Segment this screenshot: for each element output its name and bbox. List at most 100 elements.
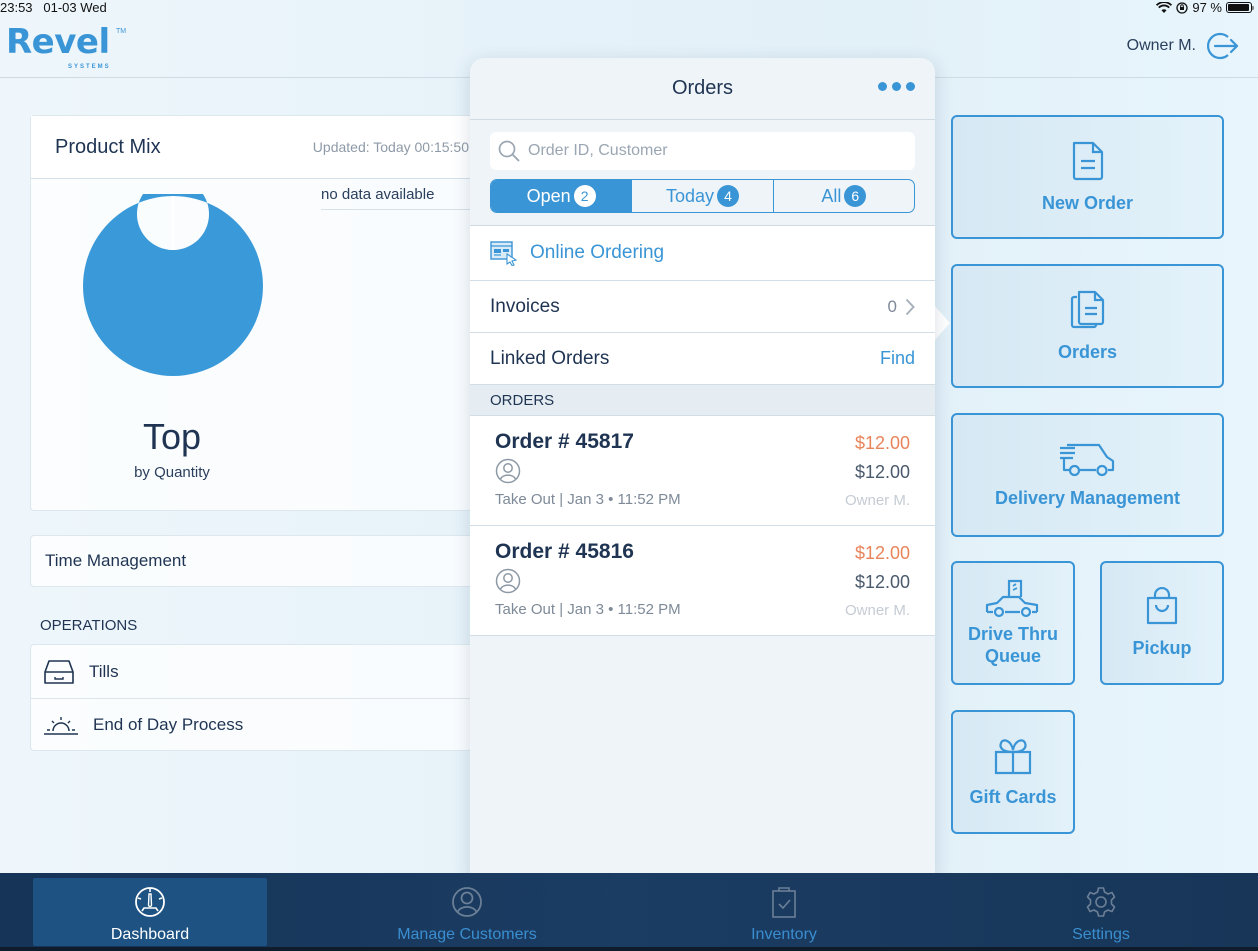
linked-orders-row: Linked Orders Find — [470, 333, 935, 385]
operations-item-end-of-day[interactable]: End of Day Process — [31, 698, 479, 751]
order-id: Order # 45816 — [495, 540, 634, 563]
chevron-right-icon — [905, 298, 915, 315]
orders-tile[interactable]: Orders — [951, 264, 1224, 388]
online-ordering-label: Online Ordering — [530, 242, 665, 263]
popover-title: Orders — [671, 77, 734, 99]
logo-subtitle: SYSTEMS — [68, 64, 111, 70]
online-ordering-icon — [490, 241, 518, 266]
sunset-icon — [44, 717, 78, 735]
operations-header: OPERATIONS — [40, 617, 138, 634]
segment-open[interactable]: Open 2 — [491, 180, 632, 212]
segment-today[interactable]: Today 4 — [631, 180, 772, 212]
order-list-item[interactable]: Order # 45816 Take Out | Jan 3 • 11:52 P… — [470, 526, 935, 636]
delivery-management-tile[interactable]: Delivery Management — [951, 413, 1224, 537]
product-mix-title: Product Mix — [55, 135, 161, 158]
find-linked-orders-button[interactable]: Find — [880, 348, 915, 369]
user-name: Owner M. — [1126, 37, 1196, 54]
orientation-lock-icon — [1176, 1, 1189, 14]
orders-label: Orders — [1057, 342, 1118, 362]
operations-list: Tills End of Day Process — [30, 644, 480, 751]
documents-stack-icon — [1070, 290, 1104, 329]
gift-icon — [994, 739, 1032, 775]
delivery-van-icon — [1059, 443, 1114, 477]
online-ordering-row[interactable]: Online Ordering — [470, 226, 935, 281]
till-drawer-icon — [44, 659, 74, 684]
order-search-field[interactable] — [490, 132, 915, 170]
product-mix-donut-chart — [82, 194, 263, 376]
user-menu[interactable]: Owner M. — [1127, 32, 1240, 60]
time-management-item[interactable]: Time Management — [30, 535, 480, 587]
status-date: 01-03 Wed — [43, 0, 107, 15]
tab-dashboard[interactable]: Dashboard — [33, 878, 267, 946]
order-search-input[interactable] — [528, 142, 888, 160]
home-indicator-bar — [0, 947, 1258, 951]
shopping-bag-icon — [1146, 587, 1178, 625]
tab-manage-customers[interactable]: Manage Customers — [350, 878, 584, 946]
drive-thru-label-line1: Drive Thru — [967, 624, 1059, 644]
status-icons: 97 % — [1156, 0, 1254, 15]
tab-manage-customers-label: Manage Customers — [397, 926, 537, 943]
tab-dashboard-label: Dashboard — [110, 926, 190, 943]
logo-text: Revel — [6, 22, 110, 62]
customer-icon — [452, 887, 482, 917]
tab-inventory[interactable]: Inventory — [667, 878, 901, 946]
order-list-item[interactable]: Order # 45817 Take Out | Jan 3 • 11:52 P… — [470, 416, 935, 526]
order-owner: Owner M. — [844, 602, 910, 619]
gear-icon — [1086, 887, 1116, 917]
popover-arrow — [934, 305, 950, 341]
new-order-label: New Order — [1041, 193, 1134, 213]
tab-settings-label: Settings — [1072, 926, 1130, 943]
wifi-icon — [1156, 1, 1173, 13]
invoices-count: 0 — [887, 296, 897, 316]
drive-thru-car-icon — [985, 579, 1039, 618]
segment-all[interactable]: All 6 — [772, 180, 914, 212]
segment-today-label: Today — [665, 185, 715, 206]
customer-avatar-icon — [495, 458, 521, 484]
popover-title-bar: Orders — [470, 58, 935, 120]
order-owner: Owner M. — [844, 492, 910, 509]
segment-all-count: 6 — [844, 185, 867, 207]
dashboard-gauge-icon — [135, 887, 165, 917]
order-filter-segmented-control: Open 2 Today 4 All 6 — [490, 179, 915, 213]
bottom-tab-bar: Dashboard Manage Customers Inventory Set… — [0, 873, 1258, 951]
tills-label: Tills — [89, 661, 119, 681]
product-mix-card: Product Mix Updated: Today 00:15:50 no d… — [30, 115, 481, 511]
chart-legend-no-data: no data available — [321, 186, 481, 210]
search-icon — [498, 140, 520, 162]
end-of-day-label: End of Day Process — [93, 715, 244, 734]
tab-inventory-label: Inventory — [751, 926, 817, 943]
gift-cards-label: Gift Cards — [969, 787, 1057, 807]
document-icon — [1072, 141, 1103, 181]
order-meta: Take Out | Jan 3 • 11:52 PM — [495, 491, 681, 508]
drive-thru-label-line2: Queue — [984, 646, 1041, 666]
segment-today-count: 4 — [717, 185, 740, 207]
revel-logo: Revel TM SYSTEMS — [6, 22, 126, 70]
product-mix-updated: Updated: Today 00:15:50 — [312, 139, 469, 155]
order-amount-due: $12.00 — [854, 433, 910, 453]
gift-cards-tile[interactable]: Gift Cards — [951, 710, 1075, 834]
drive-thru-queue-tile[interactable]: Drive Thru Queue — [951, 561, 1075, 685]
linked-orders-label: Linked Orders — [490, 347, 610, 369]
operations-item-tills[interactable]: Tills — [31, 645, 479, 698]
product-mix-header: Product Mix Updated: Today 00:15:50 — [31, 116, 479, 179]
time-management-label: Time Management — [45, 551, 187, 570]
chart-center-title: Top — [142, 416, 202, 457]
segment-open-label: Open — [526, 185, 571, 206]
pickup-label: Pickup — [1132, 638, 1192, 658]
invoices-label: Invoices — [490, 295, 560, 317]
invoices-row[interactable]: Invoices 0 — [470, 281, 935, 333]
logout-icon[interactable] — [1206, 32, 1240, 60]
status-time: 23:53 — [0, 0, 33, 15]
status-time-date: 23:53 01-03 Wed — [0, 0, 107, 15]
chart-center-subtitle: by Quantity — [134, 464, 210, 481]
pickup-tile[interactable]: Pickup — [1100, 561, 1224, 685]
delivery-management-label: Delivery Management — [994, 488, 1181, 508]
drive-thru-queue-label: Drive Thru Queue — [968, 623, 1058, 667]
battery-percent: 97 % — [1192, 0, 1222, 15]
tab-settings[interactable]: Settings — [984, 878, 1218, 946]
segment-open-count: 2 — [573, 185, 596, 207]
more-dots-icon[interactable] — [878, 82, 915, 91]
order-id: Order # 45817 — [495, 430, 634, 453]
new-order-tile[interactable]: New Order — [951, 115, 1224, 239]
battery-icon — [1226, 2, 1254, 13]
